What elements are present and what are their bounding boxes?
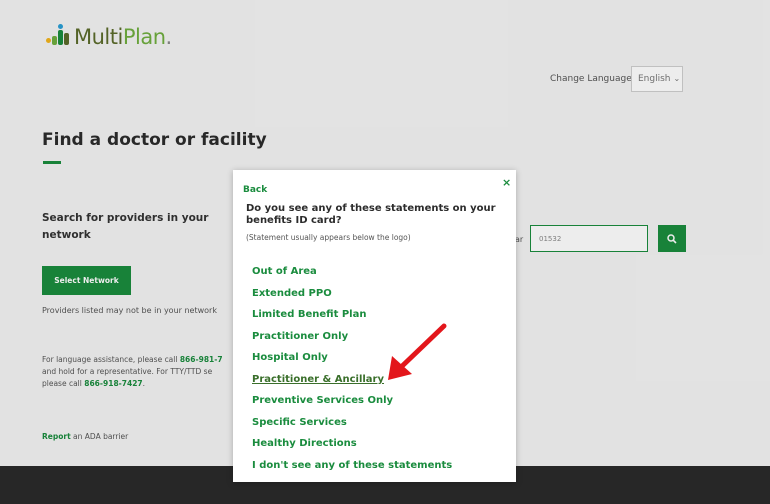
option-practitioner-ancillary[interactable]: Practitioner & Ancillary xyxy=(252,374,384,385)
option-healthy-directions[interactable]: Healthy Directions xyxy=(252,438,357,449)
option-specific-services[interactable]: Specific Services xyxy=(252,417,347,428)
red-arrow-icon xyxy=(388,323,447,380)
option-hospital-only[interactable]: Hospital Only xyxy=(252,352,328,363)
option-limited-benefit-plan[interactable]: Limited Benefit Plan xyxy=(252,309,366,320)
option-preventive-services-only[interactable]: Preventive Services Only xyxy=(252,395,393,406)
option-out-of-area[interactable]: Out of Area xyxy=(252,266,317,277)
option-none-of-these[interactable]: I don't see any of these statements xyxy=(252,460,452,471)
modal-hint: (Statement usually appears below the log… xyxy=(246,233,411,242)
back-link[interactable]: Back xyxy=(243,185,267,195)
benefits-statement-modal: Back × Do you see any of these statement… xyxy=(233,170,516,482)
option-extended-ppo[interactable]: Extended PPO xyxy=(252,288,332,299)
modal-question: Do you see any of these statements on yo… xyxy=(246,203,496,226)
close-icon[interactable]: × xyxy=(502,176,511,189)
option-practitioner-only[interactable]: Practitioner Only xyxy=(252,331,348,342)
